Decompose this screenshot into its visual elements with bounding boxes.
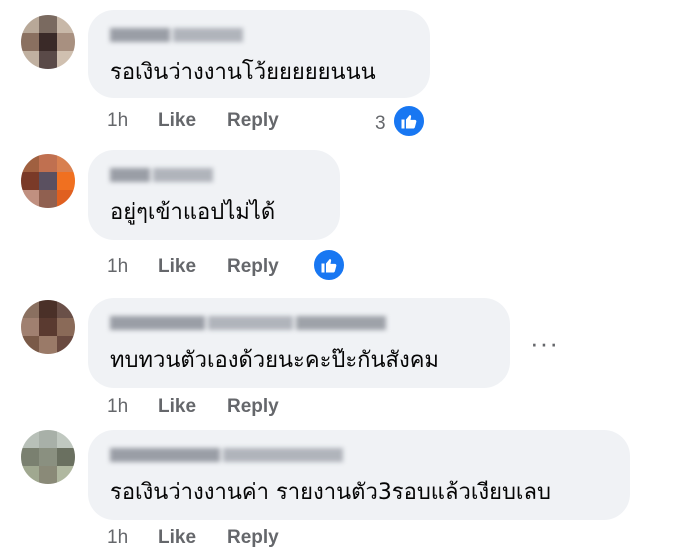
avatar[interactable] <box>21 300 75 354</box>
like-link[interactable]: Like <box>158 256 196 278</box>
reply-link[interactable]: Reply <box>227 256 279 278</box>
author-name-redacted[interactable] <box>110 448 346 462</box>
comment-text: อยู่ๆเข้าแอปไม่ได้ <box>110 200 276 225</box>
comment-text: ทบทวนตัวเองด้วยนะคะป๊ะกันสังคม <box>110 348 439 373</box>
comment-time[interactable]: 1h <box>107 256 128 278</box>
author-name-redacted[interactable] <box>110 28 246 42</box>
like-link[interactable]: Like <box>158 110 196 132</box>
comment-time[interactable]: 1h <box>107 110 128 132</box>
comment-bubble: อยู่ๆเข้าแอปไม่ได้ <box>88 150 340 240</box>
avatar[interactable] <box>21 15 75 69</box>
like-link[interactable]: Like <box>158 396 196 418</box>
author-name-redacted[interactable] <box>110 168 216 182</box>
comment-text: รอเงินว่างงานค่า รายงานตัว3รอบแล้วเงียบเ… <box>110 480 551 505</box>
reaction-count[interactable]: 3 <box>375 113 386 135</box>
comment-time[interactable]: 1h <box>107 527 128 549</box>
reply-link[interactable]: Reply <box>227 396 279 418</box>
avatar[interactable] <box>21 154 75 208</box>
comment-bubble: รอเงินว่างงานโว้ยยยยยนนน <box>88 10 430 98</box>
avatar[interactable] <box>21 430 75 484</box>
like-link[interactable]: Like <box>158 527 196 549</box>
reply-link[interactable]: Reply <box>227 110 279 132</box>
thumbs-up-icon[interactable] <box>392 104 426 138</box>
comment-text: รอเงินว่างงานโว้ยยยยยนนน <box>110 60 376 85</box>
comment-time[interactable]: 1h <box>107 396 128 418</box>
reply-link[interactable]: Reply <box>227 527 279 549</box>
more-options-icon[interactable]: ··· <box>530 328 559 359</box>
comment-bubble: รอเงินว่างงานค่า รายงานตัว3รอบแล้วเงียบเ… <box>88 430 630 520</box>
comment-bubble: ทบทวนตัวเองด้วยนะคะป๊ะกันสังคม <box>88 298 510 388</box>
author-name-redacted[interactable] <box>110 316 389 330</box>
thumbs-up-icon[interactable] <box>312 248 346 282</box>
